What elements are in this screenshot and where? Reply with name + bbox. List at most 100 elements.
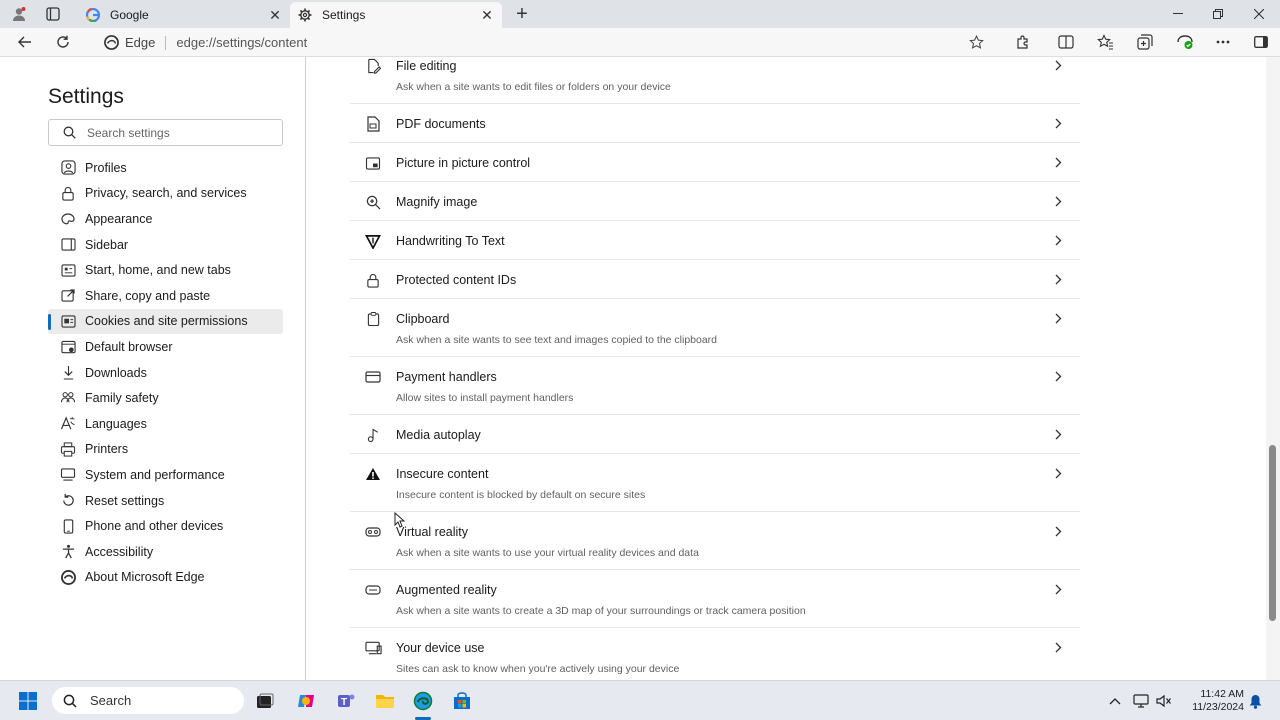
address-bar[interactable]: Edge edge://settings/content bbox=[92, 29, 998, 56]
permission-row-file-editing[interactable]: File editing Ask when a site wants to edi… bbox=[350, 57, 1080, 104]
close-tab-icon[interactable]: ✕ bbox=[476, 4, 498, 26]
chevron-right-icon[interactable] bbox=[1052, 234, 1064, 246]
permission-row-insecure-content[interactable]: Insecure content Insecure content is bloc… bbox=[350, 454, 1080, 512]
chevron-right-icon[interactable] bbox=[1052, 312, 1064, 324]
sidebar-item-printers[interactable]: Printers bbox=[48, 437, 283, 463]
close-tab-icon[interactable]: ✕ bbox=[264, 4, 286, 26]
sidebar-toggle-icon[interactable] bbox=[1248, 30, 1274, 54]
sidebar-icon bbox=[60, 237, 76, 253]
chevron-right-icon[interactable] bbox=[1052, 370, 1064, 382]
sidebar-item-phone-and-other-devices[interactable]: Phone and other devices bbox=[48, 513, 283, 539]
search-icon bbox=[62, 693, 78, 709]
permission-label: Virtual reality bbox=[396, 525, 469, 539]
svg-text:T: T bbox=[341, 697, 347, 708]
chevron-right-icon[interactable] bbox=[1052, 583, 1064, 595]
back-arrow-icon[interactable] bbox=[12, 30, 38, 54]
permission-description: Allow sites to install payment handlers bbox=[396, 392, 574, 404]
file-explorer-icon[interactable] bbox=[372, 688, 398, 714]
extensions-icon[interactable] bbox=[1010, 30, 1036, 54]
chevron-right-icon[interactable] bbox=[1052, 467, 1064, 479]
tab-actions-icon[interactable] bbox=[44, 5, 62, 23]
close-window-icon[interactable] bbox=[1237, 4, 1280, 24]
sidebar-item-about-microsoft-edge[interactable]: About Microsoft Edge bbox=[48, 565, 283, 591]
chevron-right-icon[interactable] bbox=[1052, 195, 1064, 207]
sidebar-item-languages[interactable]: Languages bbox=[48, 411, 283, 437]
sidebar-item-start-home-and-new-tabs[interactable]: Start, home, and new tabs bbox=[48, 257, 283, 283]
sidebar-item-appearance[interactable]: Appearance bbox=[48, 206, 283, 232]
settings-search[interactable] bbox=[48, 119, 283, 146]
chevron-right-icon[interactable] bbox=[1052, 273, 1064, 285]
permission-row-your-device-use[interactable]: Your device use Sites can ask to know whe… bbox=[350, 628, 1080, 681]
sidebar-item-default-browser[interactable]: Default browser bbox=[48, 334, 283, 360]
browser-essentials-icon[interactable] bbox=[1172, 30, 1198, 54]
taskbar-search[interactable]: Search bbox=[52, 687, 244, 714]
restore-icon[interactable] bbox=[1196, 4, 1240, 24]
sidebar-item-cookies-and-site-permissions[interactable]: Cookies and site permissions bbox=[48, 308, 283, 335]
edge-taskbar-icon[interactable] bbox=[410, 688, 436, 714]
gear-icon bbox=[298, 8, 312, 22]
chevron-right-icon[interactable] bbox=[1052, 117, 1064, 129]
permission-row-payment-handlers[interactable]: Payment handlers Allow sites to install p… bbox=[350, 357, 1080, 415]
permission-row-media-autoplay[interactable]: Media autoplay bbox=[350, 415, 1080, 454]
settings-nav: Profiles Privacy, search, and services App… bbox=[48, 155, 283, 590]
new-tab-button[interactable]: + bbox=[511, 3, 533, 25]
permission-label: PDF documents bbox=[396, 117, 486, 131]
sidebar-item-family-safety[interactable]: Family safety bbox=[48, 385, 283, 411]
address-url[interactable]: edge://settings/content bbox=[176, 35, 307, 50]
search-input[interactable] bbox=[87, 125, 267, 140]
favorite-star-icon[interactable] bbox=[963, 30, 989, 54]
system-clock[interactable]: 11:42 AM 11/23/2024 bbox=[1182, 688, 1244, 714]
chevron-right-icon[interactable] bbox=[1052, 156, 1064, 168]
sidebar-item-reset-settings[interactable]: Reset settings bbox=[48, 488, 283, 514]
permission-row-augmented-reality[interactable]: Augmented reality Ask when a site wants t… bbox=[350, 570, 1080, 628]
volume-muted-icon[interactable] bbox=[1155, 692, 1173, 710]
refresh-icon[interactable] bbox=[50, 30, 76, 54]
sidebar-item-sidebar[interactable]: Sidebar bbox=[48, 232, 283, 258]
permission-row-picture-in-picture-control[interactable]: Picture in picture control bbox=[350, 143, 1080, 182]
google-icon bbox=[86, 8, 100, 22]
chevron-right-icon[interactable] bbox=[1052, 59, 1064, 71]
sidebar-item-privacy-search-and-services[interactable]: Privacy, search, and services bbox=[48, 181, 283, 207]
edge-icon bbox=[104, 35, 119, 50]
permission-row-virtual-reality[interactable]: Virtual reality Ask when a site wants to … bbox=[350, 512, 1080, 570]
store-icon[interactable] bbox=[449, 688, 475, 714]
permission-row-magnify-image[interactable]: Magnify image bbox=[350, 182, 1080, 221]
file-edit-icon bbox=[364, 57, 382, 75]
media-icon bbox=[364, 426, 382, 444]
permission-row-protected-content-ids[interactable]: Protected content IDs bbox=[350, 260, 1080, 299]
profile-avatar-icon[interactable] bbox=[10, 5, 28, 23]
chevron-right-icon[interactable] bbox=[1052, 641, 1064, 653]
address-separator bbox=[165, 35, 167, 50]
tab-settings[interactable]: Settings ✕ bbox=[290, 2, 502, 28]
favorites-icon[interactable] bbox=[1092, 30, 1118, 54]
taskbar-search-label: Search bbox=[90, 693, 132, 708]
sidebar-item-profiles[interactable]: Profiles bbox=[48, 155, 283, 181]
split-screen-icon[interactable] bbox=[1053, 30, 1079, 54]
collections-icon[interactable] bbox=[1132, 30, 1158, 54]
scrollbar[interactable] bbox=[1266, 57, 1280, 681]
chevron-right-icon[interactable] bbox=[1052, 428, 1064, 440]
task-view-icon[interactable] bbox=[252, 688, 278, 714]
tab-google[interactable]: Google ✕ bbox=[78, 2, 290, 28]
permission-row-clipboard[interactable]: Clipboard Ask when a site wants to see te… bbox=[350, 299, 1080, 357]
network-icon[interactable] bbox=[1132, 692, 1150, 710]
permission-label: File editing bbox=[396, 59, 457, 73]
more-options-icon[interactable] bbox=[1210, 30, 1236, 54]
teams-icon[interactable]: T bbox=[333, 688, 359, 714]
chevron-right-icon[interactable] bbox=[1052, 525, 1064, 537]
sidebar-item-label: Family safety bbox=[85, 391, 159, 406]
notification-bell-icon[interactable] bbox=[1246, 692, 1264, 710]
windows-start-icon[interactable] bbox=[15, 688, 41, 714]
permission-row-pdf-documents[interactable]: PDF documents bbox=[350, 104, 1080, 143]
chevron-up-icon[interactable] bbox=[1106, 692, 1124, 710]
minimize-icon[interactable] bbox=[1156, 4, 1200, 24]
scrollbar-thumb[interactable] bbox=[1269, 445, 1276, 621]
sidebar-item-accessibility[interactable]: Accessibility bbox=[48, 539, 283, 565]
copilot-icon[interactable] bbox=[293, 688, 319, 714]
page-title: Settings bbox=[48, 85, 124, 108]
permission-row-handwriting-to-text[interactable]: Handwriting To Text bbox=[350, 221, 1080, 260]
sidebar-item-share-copy-and-paste[interactable]: Share, copy and paste bbox=[48, 283, 283, 309]
sidebar-item-downloads[interactable]: Downloads bbox=[48, 360, 283, 386]
vr-icon bbox=[364, 523, 382, 541]
sidebar-item-system-and-performance[interactable]: System and performance bbox=[48, 462, 283, 488]
